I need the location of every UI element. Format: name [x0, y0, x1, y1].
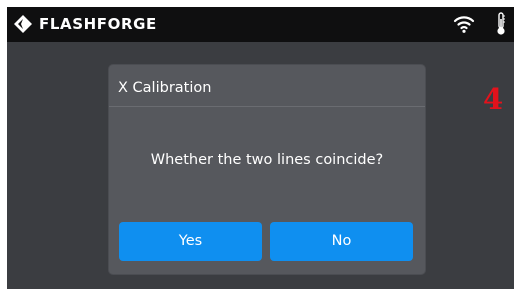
dialog-title: X Calibration: [118, 80, 212, 96]
no-button[interactable]: No: [270, 222, 413, 261]
printer-screen: FLASHFORGE 4 X Calibration Whether the t…: [7, 7, 514, 289]
status-bar: FLASHFORGE: [7, 7, 514, 42]
annotation-number: 4: [483, 82, 504, 116]
wifi-icon: [453, 16, 475, 33]
thermometer-icon: [497, 12, 505, 35]
yes-button[interactable]: Yes: [119, 222, 262, 261]
dialog-divider: [109, 106, 425, 107]
brand-name: FLASHFORGE: [39, 15, 157, 33]
dialog-message: Whether the two lines coincide?: [150, 152, 384, 168]
x-calibration-dialog: X Calibration Whether the two lines coin…: [109, 65, 425, 274]
brand-logo: FLASHFORGE: [13, 13, 157, 35]
flashforge-logo-icon: [14, 15, 32, 33]
